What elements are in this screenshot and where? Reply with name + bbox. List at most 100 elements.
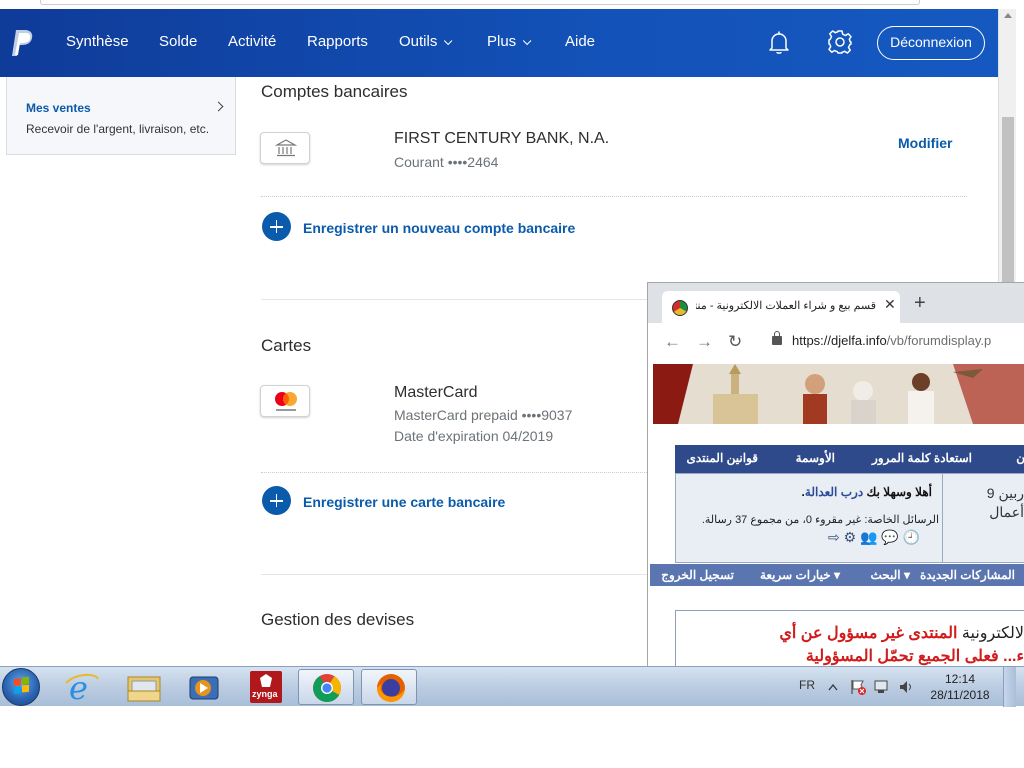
- gear-icon[interactable]: [826, 28, 854, 56]
- private-messages-info[interactable]: الرسائل الخاصة: غير مقروء 0، من مجموع 37…: [702, 513, 939, 526]
- volume-icon[interactable]: [898, 679, 914, 695]
- file-explorer-icon[interactable]: [116, 669, 172, 705]
- bank-account-type: Courant ••••2464: [394, 154, 499, 170]
- clock-time: 12:14: [944, 672, 976, 686]
- side-stats-text-1: ربين 9: [986, 485, 1024, 501]
- forum-nav-bar: قوانين المنتدى الأوسمة استعادة كلمة المر…: [675, 445, 1024, 473]
- quick-options-link[interactable]: ▾ خيارات سريعة: [760, 568, 840, 582]
- nav-outils[interactable]: Outils: [399, 33, 453, 50]
- welcome-title: أهلا وسهلا بك: [866, 485, 932, 499]
- cards-section-title: Cartes: [261, 336, 312, 355]
- add-bank-link[interactable]: Enregistrer un nouveau compte bancaire: [303, 220, 575, 236]
- logout-arrow-icon[interactable]: ⇨: [828, 529, 840, 545]
- welcome-username[interactable]: درب العدالة: [805, 485, 863, 499]
- notice-line-2: ء... فعلى الجميع تحمّل المسؤولية: [805, 648, 1024, 665]
- nav-solde[interactable]: Solde: [159, 33, 197, 50]
- notice-line-1b: المنتدى غير مسؤول عن أي: [779, 625, 958, 642]
- nav-medals[interactable]: الأوسمة: [796, 451, 835, 465]
- nav-synthese[interactable]: Synthèse: [66, 33, 129, 50]
- browser-toolbar: ← → ↻ https://djelfa.info/vb/forumdispla…: [648, 323, 1024, 361]
- add-card-link[interactable]: Enregistrer une carte bancaire: [303, 494, 505, 510]
- nav-aide[interactable]: Aide: [565, 33, 595, 50]
- nav-outils-label: Outils: [399, 33, 438, 50]
- new-tab-icon[interactable]: +: [914, 293, 926, 313]
- add-friend-icon[interactable]: 👥: [860, 529, 877, 545]
- search-link[interactable]: ▾ البحث: [871, 568, 911, 582]
- action-center-flag-icon[interactable]: [849, 679, 867, 695]
- chat-bubbles-icon[interactable]: 💬: [881, 529, 898, 545]
- scrollbar-thumb[interactable]: [1002, 117, 1014, 292]
- url-host: https://djelfa.info: [792, 333, 887, 348]
- network-icon[interactable]: [873, 679, 891, 695]
- sidebar-mes-ventes[interactable]: Mes ventes Recevoir de l'argent, livrais…: [6, 77, 236, 155]
- side-stats-text-2: أعمال: [989, 504, 1024, 520]
- lock-icon[interactable]: [772, 331, 782, 345]
- close-tab-icon[interactable]: ✕: [884, 296, 896, 313]
- firefox-icon[interactable]: [361, 669, 417, 705]
- url-path: /vb/forumdisplay.p: [886, 333, 992, 348]
- sidebar-subtitle: Recevoir de l'argent, livraison, etc.: [26, 122, 210, 136]
- tab-title: قسم بيع و شراء العملات الالكترونية - منت…: [696, 300, 876, 312]
- settings-gear-icon[interactable]: ⚙: [844, 529, 857, 545]
- media-player-icon[interactable]: [176, 669, 232, 705]
- divider: [261, 196, 967, 197]
- back-icon[interactable]: ←: [664, 332, 681, 352]
- forum-welcome-panel: أهلا وسهلا بك درب العدالة. الرسائل الخاص…: [675, 473, 1024, 563]
- edit-bank-link[interactable]: Modifier: [898, 135, 952, 151]
- desktop-screen: Synthèse Solde Activité Rapports Outils …: [0, 0, 1024, 768]
- show-hidden-icons-arrow-icon[interactable]: [828, 683, 838, 691]
- bank-icon: [260, 132, 310, 164]
- new-posts-link[interactable]: المشاركات الجديدة: [920, 568, 1015, 582]
- chevron-down-icon: [523, 36, 532, 46]
- nav-activite[interactable]: Activité: [228, 33, 276, 50]
- zynga-icon[interactable]: zynga: [238, 669, 294, 705]
- card-name: MasterCard: [394, 384, 478, 401]
- logout-link[interactable]: تسجيل الخروج: [661, 568, 734, 582]
- forum-notice-box: لالكترونية المنتدى غير مسؤول عن أي ء... …: [675, 610, 1024, 666]
- bank-account-name: FIRST CENTURY BANK, N.A.: [394, 130, 610, 147]
- section-divider: [261, 299, 647, 300]
- show-desktop-button[interactable]: [1003, 667, 1016, 707]
- add-card-plus-icon[interactable]: [262, 486, 291, 515]
- forum-banner-image: [653, 364, 1024, 424]
- chevron-right-icon: [213, 101, 224, 112]
- forward-icon[interactable]: →: [696, 332, 713, 352]
- notice-line-1: لالكترونية المنتدى غير مسؤول عن أي: [779, 623, 1024, 643]
- logout-button[interactable]: Déconnexion: [877, 26, 985, 60]
- paypal-logo-icon[interactable]: [8, 28, 34, 58]
- card-description: MasterCard prepaid ••••9037: [394, 407, 573, 423]
- scroll-up-arrow-icon[interactable]: [1004, 13, 1012, 18]
- system-clock[interactable]: 12:14 28/11/2018: [925, 671, 995, 703]
- sidebar-title: Mes ventes: [26, 101, 91, 115]
- nav-password-recovery[interactable]: استعادة كلمة المرور: [872, 451, 972, 465]
- paypal-header: Synthèse Solde Activité Rapports Outils …: [0, 9, 998, 77]
- clock-date: 28/11/2018: [930, 688, 990, 702]
- nav-rapports[interactable]: Rapports: [307, 33, 368, 50]
- browser-tab[interactable]: قسم بيع و شراء العملات الالكترونية - منت…: [662, 291, 900, 323]
- user-tools-icons[interactable]: ⇨ ⚙ 👥 💬 🕘: [828, 529, 943, 547]
- nav-plus[interactable]: Plus: [487, 33, 532, 50]
- browser-address-strip: [0, 0, 1024, 9]
- forum-actions-bar: تسجيل الخروج ▾ خيارات سريعة ▾ البحث المش…: [650, 564, 1024, 586]
- svg-text:zynga: zynga: [252, 689, 279, 699]
- clock-icon[interactable]: 🕘: [903, 529, 920, 545]
- chevron-down-icon: [444, 36, 453, 46]
- internet-explorer-icon[interactable]: e: [54, 669, 110, 707]
- forum-browser-window[interactable]: قسم بيع و شراء العملات الالكترونية - منت…: [647, 282, 1024, 666]
- nav-forum-rules[interactable]: قوانين المنتدى: [686, 451, 758, 465]
- add-bank-plus-icon[interactable]: [262, 212, 291, 241]
- currency-section-title: Gestion des devises: [261, 610, 415, 629]
- windows-taskbar: e zynga FR 12:14 28/11/2018: [0, 666, 1024, 707]
- bell-icon[interactable]: [766, 29, 792, 55]
- nav-item-cutoff[interactable]: ن: [1016, 451, 1024, 465]
- address-bar[interactable]: https://djelfa.info/vb/forumdisplay.p: [792, 333, 991, 348]
- language-indicator[interactable]: FR: [799, 678, 815, 692]
- card-expiry: Date d'expiration 04/2019: [394, 428, 554, 444]
- notice-line-1a: لالكترونية: [961, 625, 1024, 642]
- reload-icon[interactable]: ↻: [728, 332, 742, 352]
- nav-plus-label: Plus: [487, 33, 517, 50]
- site-favicon-icon: [672, 300, 688, 316]
- start-button[interactable]: [2, 668, 40, 706]
- chrome-icon[interactable]: [298, 669, 354, 705]
- search-label: البحث: [870, 568, 901, 582]
